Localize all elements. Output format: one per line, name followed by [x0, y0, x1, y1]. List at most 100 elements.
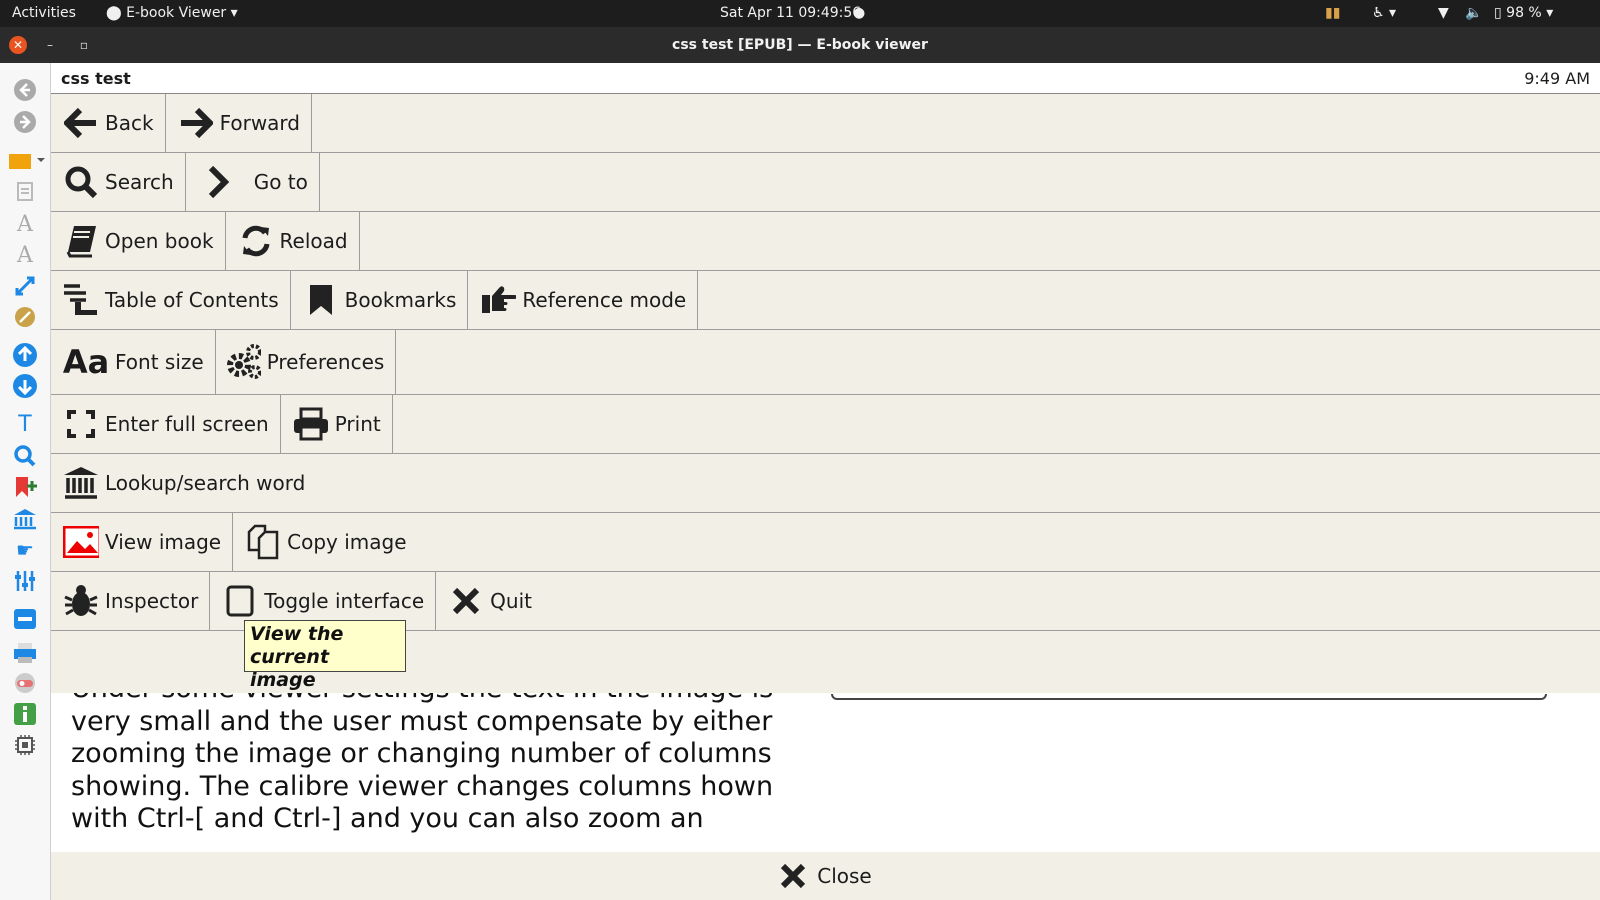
- view-image-button[interactable]: View image: [51, 513, 234, 571]
- tooltip-line: current image: [250, 646, 330, 691]
- chevron-right-icon: [200, 164, 236, 200]
- copy-image-label: Copy image: [287, 530, 407, 554]
- expand-icon: [63, 406, 99, 442]
- action-row: Table of Contents Bookmarks Reference mo…: [51, 271, 1600, 330]
- toolbar-sidebar: A A T ☛: [0, 63, 51, 900]
- bookmarks-button[interactable]: Bookmarks: [291, 271, 469, 329]
- back-icon[interactable]: [11, 76, 39, 104]
- preferences-button[interactable]: Preferences: [216, 330, 397, 394]
- action-row: Enter full screen Print: [51, 395, 1600, 454]
- goto-button[interactable]: Go to: [186, 153, 320, 211]
- open-book-button[interactable]: Open book: [51, 212, 226, 270]
- library-icon[interactable]: ▮▮: [1325, 5, 1340, 21]
- toggle-icon[interactable]: [11, 669, 39, 697]
- actions-panel: Back Forward Search Go to Open book Relo…: [51, 93, 1600, 693]
- info-icon[interactable]: [11, 700, 39, 728]
- clock-datetime[interactable]: Sat Apr 11 09:49:56: [720, 5, 861, 21]
- close-icon: [448, 583, 484, 619]
- lookup-label: Lookup/search word: [105, 471, 306, 495]
- bookmarks-label: Bookmarks: [344, 288, 457, 312]
- print-button[interactable]: Print: [281, 395, 393, 453]
- search-button[interactable]: Search: [51, 153, 186, 211]
- gears-icon: [225, 344, 261, 380]
- book-title: css test: [61, 69, 131, 88]
- action-row: Aa Font size Preferences: [51, 330, 1600, 395]
- app-menu[interactable]: ⬤ E-book Viewer ▾: [106, 5, 238, 21]
- window-title: css test [EPUB] — E-book viewer: [672, 37, 928, 53]
- toggle-interface-label: Toggle interface: [264, 589, 425, 613]
- inspector-label: Inspector: [105, 589, 199, 613]
- font-decrease-icon[interactable]: A: [11, 241, 39, 269]
- copy-icon: [245, 524, 281, 560]
- action-row: Search Go to: [51, 153, 1600, 212]
- previous-page-icon[interactable]: [11, 341, 39, 369]
- font-size-button[interactable]: Aa Font size: [51, 330, 216, 394]
- bookmark-icon[interactable]: [11, 473, 39, 501]
- library-icon: [63, 465, 99, 501]
- table-of-contents-icon[interactable]: T: [11, 410, 39, 438]
- open-book-label: Open book: [105, 229, 214, 253]
- battery-label: 98 %: [1506, 5, 1542, 21]
- accessibility-icon[interactable]: ♿ ▾: [1372, 5, 1396, 21]
- activities-button[interactable]: Activities: [12, 5, 76, 21]
- battery-indicator[interactable]: ▯ 98 % ▾: [1494, 5, 1553, 21]
- action-row: Lookup/search word: [51, 454, 1600, 513]
- close-icon: [779, 862, 807, 890]
- reload-button[interactable]: Reload: [226, 212, 360, 270]
- forward-label: Forward: [219, 111, 300, 135]
- battery-icon: ▯: [1494, 5, 1502, 21]
- inspector-button[interactable]: Inspector: [51, 572, 211, 630]
- toc-icon[interactable]: [11, 177, 39, 205]
- inspector-icon[interactable]: [11, 731, 39, 759]
- arrow-left-icon: [63, 105, 99, 141]
- reference-mode-button[interactable]: Reference mode: [468, 271, 699, 329]
- next-page-icon[interactable]: [11, 372, 39, 400]
- volume-icon[interactable]: 🔈: [1465, 5, 1482, 21]
- quit-button[interactable]: Quit: [436, 572, 543, 630]
- font-size-icon: Aa: [62, 343, 110, 381]
- tooltip-line: View the: [250, 623, 344, 645]
- back-button[interactable]: Back: [51, 94, 166, 152]
- open-book-icon[interactable]: [6, 146, 46, 174]
- forward-button[interactable]: Forward: [166, 94, 312, 152]
- print-label: Print: [334, 412, 381, 436]
- font-size-label: Font size: [115, 350, 204, 374]
- toggle-controls-icon[interactable]: [11, 567, 39, 595]
- fullscreen-icon[interactable]: [11, 272, 39, 300]
- search-label: Search: [105, 170, 174, 194]
- interface-icon: [222, 583, 258, 619]
- lookup-button[interactable]: Lookup/search word: [51, 454, 316, 512]
- close-label: Close: [817, 864, 872, 888]
- toc-button[interactable]: Table of Contents: [51, 271, 291, 329]
- action-row: Back Forward: [51, 94, 1600, 153]
- lookup-icon[interactable]: [11, 505, 39, 533]
- quit-label: Quit: [490, 589, 532, 613]
- wifi-icon[interactable]: ▼: [1438, 5, 1449, 21]
- bug-icon: [63, 583, 99, 619]
- preferences-icon[interactable]: [11, 303, 39, 331]
- copy-image-button[interactable]: Copy image: [233, 513, 417, 571]
- printer-icon: [293, 406, 329, 442]
- tooltip: View the current image: [244, 620, 406, 691]
- fullscreen-button[interactable]: Enter full screen: [51, 395, 281, 453]
- forward-icon[interactable]: [11, 108, 39, 136]
- notification-dot-icon: ●: [853, 5, 866, 21]
- toc-icon: [63, 282, 99, 318]
- app-menu-label: E-book Viewer: [126, 5, 227, 21]
- image-icon: [63, 524, 99, 560]
- font-increase-icon[interactable]: A: [11, 210, 39, 238]
- app-icon: ⬤: [106, 5, 127, 21]
- preferences-label: Preferences: [266, 350, 385, 374]
- goto-label: Go to: [253, 170, 308, 194]
- toggle-interface-icon[interactable]: [11, 605, 39, 633]
- pointing-hand-icon: [480, 282, 517, 318]
- system-top-bar: Activities ⬤ E-book Viewer ▾ Sat Apr 11 …: [0, 0, 1600, 27]
- search-icon: [63, 164, 99, 200]
- back-label: Back: [105, 111, 154, 135]
- close-panel-button[interactable]: Close: [51, 852, 1600, 900]
- window-titlebar: ✕ – ▫ css test [EPUB] — E-book viewer: [0, 27, 1600, 63]
- reference-mode-icon[interactable]: ☛: [11, 536, 39, 564]
- book-text: Under some viewer settings the text in t…: [71, 673, 774, 834]
- search-icon[interactable]: [11, 442, 39, 470]
- print-icon[interactable]: [11, 639, 39, 667]
